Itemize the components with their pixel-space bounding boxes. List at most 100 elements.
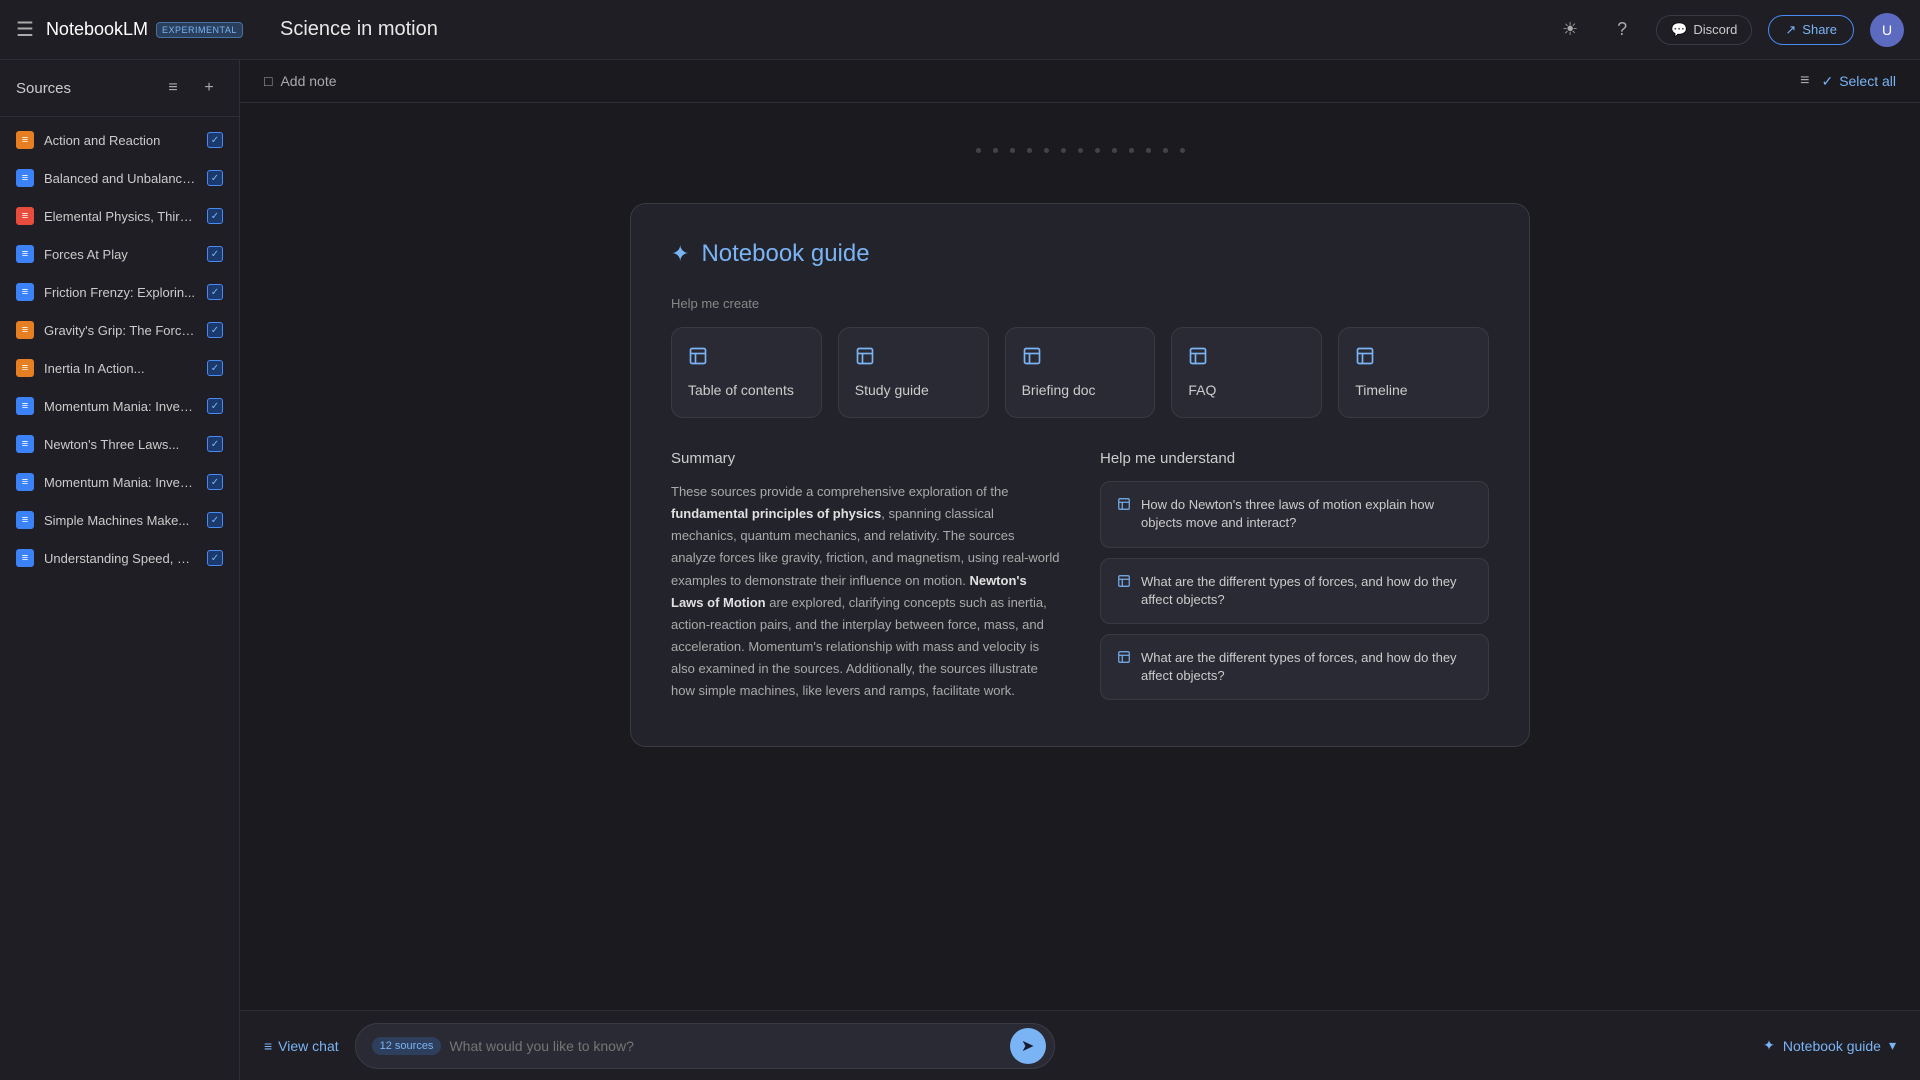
create-card[interactable]: Table of contents <box>671 327 822 418</box>
list-item[interactable]: ≡ Elemental Physics, Third... ✓ <box>0 197 239 235</box>
dot <box>1027 148 1032 153</box>
source-name: Understanding Speed, Ve... <box>44 551 197 566</box>
list-item[interactable]: ≡ Simple Machines Make... ✓ <box>0 501 239 539</box>
list-item[interactable]: ≡ Friction Frenzy: Explorin... ✓ <box>0 273 239 311</box>
create-card-label: Briefing doc <box>1022 381 1139 399</box>
question-icon <box>1117 574 1131 594</box>
guide-title: Notebook guide <box>701 240 869 268</box>
checkmark-icon: ✓ <box>1821 73 1833 90</box>
bottom-sections: Summary These sources provide a comprehe… <box>671 450 1489 710</box>
source-type-icon: ≡ <box>16 321 34 339</box>
summary-title: Summary <box>671 450 1060 467</box>
question-card[interactable]: How do Newton's three laws of motion exp… <box>1100 481 1489 547</box>
dot <box>1146 148 1151 153</box>
source-name: Action and Reaction <box>44 133 197 148</box>
nav-left: ☰ NotebookLM EXPERIMENTAL <box>16 17 256 42</box>
list-item[interactable]: ≡ Inertia In Action... ✓ <box>0 349 239 387</box>
discord-button[interactable]: 💬 Discord <box>1656 15 1752 45</box>
add-note-button[interactable]: □ Add note <box>264 73 337 89</box>
brand-badge: EXPERIMENTAL <box>156 22 243 38</box>
source-type-icon: ≡ <box>16 397 34 415</box>
source-checkbox[interactable]: ✓ <box>207 360 223 376</box>
source-checkbox[interactable]: ✓ <box>207 512 223 528</box>
create-card-icon <box>855 346 972 371</box>
create-card[interactable]: FAQ <box>1171 327 1322 418</box>
add-source-button[interactable]: + <box>195 74 223 102</box>
question-card[interactable]: What are the different types of forces, … <box>1100 634 1489 700</box>
toolbar-right: ≡ ✓ Select all <box>1800 72 1896 90</box>
create-card-label: Study guide <box>855 381 972 399</box>
question-text: How do Newton's three laws of motion exp… <box>1141 496 1472 532</box>
source-checkbox[interactable]: ✓ <box>207 550 223 566</box>
create-card-icon <box>1355 346 1472 371</box>
discord-label: Discord <box>1693 22 1737 37</box>
source-checkbox[interactable]: ✓ <box>207 246 223 262</box>
add-note-label: Add note <box>280 73 336 89</box>
list-item[interactable]: ≡ Momentum Mania: Inves... ✓ <box>0 463 239 501</box>
source-list: ≡ Action and Reaction ✓ ≡ Balanced and U… <box>0 117 239 1080</box>
create-card-label: FAQ <box>1188 381 1305 399</box>
source-checkbox[interactable]: ✓ <box>207 474 223 490</box>
question-icon <box>1117 650 1131 670</box>
notebook-title: Science in motion <box>280 18 438 41</box>
sidebar-actions: ≡ + <box>159 74 223 102</box>
create-card-icon <box>1022 346 1139 371</box>
dot <box>976 148 981 153</box>
source-checkbox[interactable]: ✓ <box>207 284 223 300</box>
bottom-bar: ≡ View chat 12 sources ➤ ✦ Notebook guid… <box>240 1010 1920 1080</box>
question-card[interactable]: What are the different types of forces, … <box>1100 558 1489 624</box>
filter-icon[interactable]: ≡ <box>1800 72 1809 90</box>
notebook-guide-tab[interactable]: ✦ Notebook guide ▾ <box>1763 1037 1896 1054</box>
chat-input[interactable] <box>449 1038 1001 1054</box>
select-all-button[interactable]: ✓ Select all <box>1821 73 1896 90</box>
source-checkbox[interactable]: ✓ <box>207 398 223 414</box>
source-checkbox[interactable]: ✓ <box>207 322 223 338</box>
list-item[interactable]: ≡ Action and Reaction ✓ <box>0 121 239 159</box>
source-checkbox[interactable]: ✓ <box>207 208 223 224</box>
nav-center: Science in motion <box>256 18 1552 41</box>
avatar[interactable]: U <box>1870 13 1904 47</box>
source-name: Forces At Play <box>44 247 197 262</box>
create-card[interactable]: Study guide <box>838 327 989 418</box>
source-name: Friction Frenzy: Explorin... <box>44 285 197 300</box>
understand-section: Help me understand How do Newton's three… <box>1100 450 1489 710</box>
source-name: Momentum Mania: Inves... <box>44 399 197 414</box>
source-type-icon: ≡ <box>16 169 34 187</box>
list-item[interactable]: ≡ Balanced and Unbalance... ✓ <box>0 159 239 197</box>
menu-icon[interactable]: ☰ <box>16 17 34 42</box>
dot <box>1163 148 1168 153</box>
main-layout: Sources ≡ + ≡ Action and Reaction ✓ ≡ Ba… <box>0 60 1920 1080</box>
brightness-button[interactable]: ☀ <box>1552 12 1588 48</box>
view-chat-button[interactable]: ≡ View chat <box>264 1038 339 1054</box>
list-item[interactable]: ≡ Understanding Speed, Ve... ✓ <box>0 539 239 577</box>
guide-tab-star-icon: ✦ <box>1763 1037 1775 1054</box>
sources-badge: 12 sources <box>372 1037 442 1055</box>
question-list: How do Newton's three laws of motion exp… <box>1100 481 1489 700</box>
dot <box>1180 148 1185 153</box>
dot <box>1044 148 1049 153</box>
create-card[interactable]: Briefing doc <box>1005 327 1156 418</box>
share-icon: ↗ <box>1785 22 1796 38</box>
source-type-icon: ≡ <box>16 473 34 491</box>
content-scroll: ✦ Notebook guide Help me create Table of… <box>240 163 1920 1010</box>
source-checkbox[interactable]: ✓ <box>207 170 223 186</box>
create-card[interactable]: Timeline <box>1338 327 1489 418</box>
filter-button[interactable]: ≡ <box>159 74 187 102</box>
understand-title: Help me understand <box>1100 450 1489 467</box>
source-checkbox[interactable]: ✓ <box>207 132 223 148</box>
source-checkbox[interactable]: ✓ <box>207 436 223 452</box>
list-item[interactable]: ≡ Forces At Play ✓ <box>0 235 239 273</box>
help-button[interactable]: ? <box>1604 12 1640 48</box>
content-toolbar: □ Add note ≡ ✓ Select all <box>240 60 1920 103</box>
list-item[interactable]: ≡ Momentum Mania: Inves... ✓ <box>0 387 239 425</box>
list-item[interactable]: ≡ Gravity's Grip: The Force... ✓ <box>0 311 239 349</box>
share-button[interactable]: ↗ Share <box>1768 15 1854 45</box>
send-button[interactable]: ➤ <box>1010 1028 1046 1064</box>
list-item[interactable]: ≡ Newton's Three Laws... ✓ <box>0 425 239 463</box>
source-name: Balanced and Unbalance... <box>44 171 197 186</box>
source-type-icon: ≡ <box>16 435 34 453</box>
chevron-down-icon: ▾ <box>1889 1037 1896 1054</box>
add-note-icon: □ <box>264 73 272 89</box>
question-icon <box>1117 497 1131 517</box>
source-name: Inertia In Action... <box>44 361 197 376</box>
